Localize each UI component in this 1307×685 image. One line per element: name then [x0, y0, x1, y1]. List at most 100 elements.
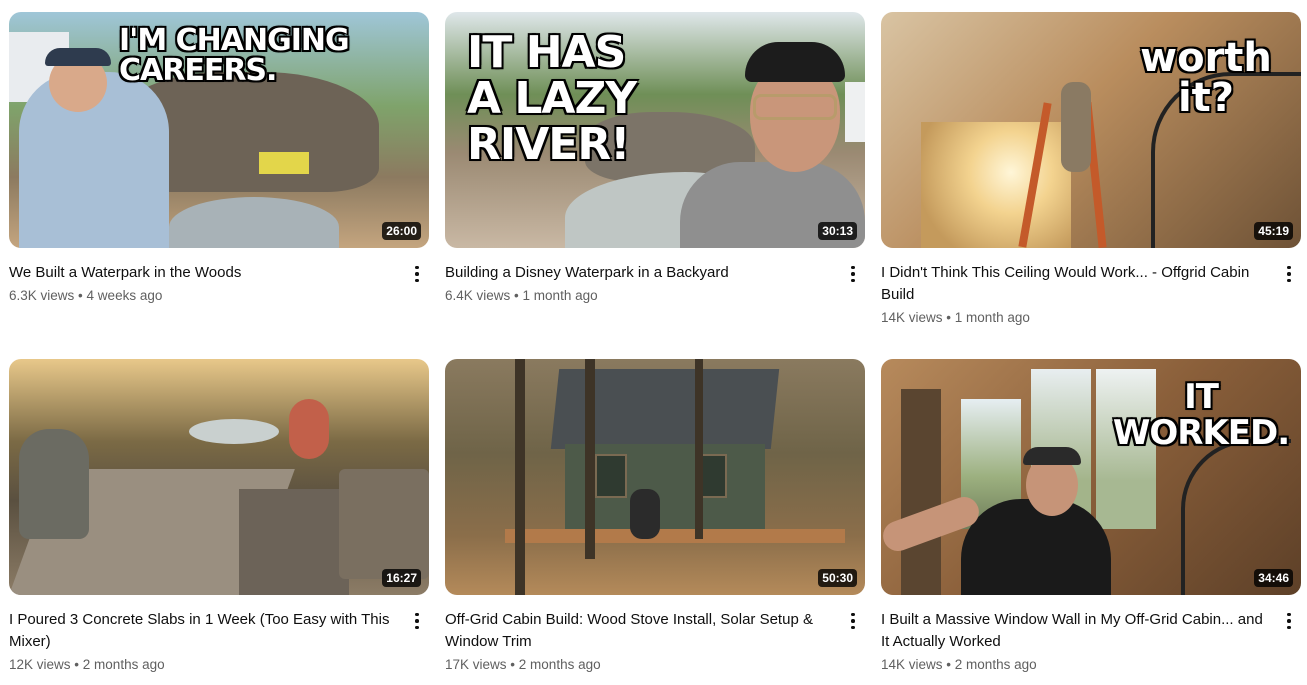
cap-shape: [45, 48, 111, 66]
thumbnail-overlay-text: IT HAS A LAZY RIVER!: [467, 27, 637, 170]
glasses-shape: [753, 94, 837, 120]
overlay-line: IT: [1184, 377, 1219, 417]
bag-shape: [259, 152, 309, 174]
separator-dot: •: [946, 657, 952, 672]
video-meta: I Poured 3 Concrete Slabs in 1 Week (Too…: [9, 609, 429, 675]
overlay-line: worth: [1140, 35, 1272, 81]
video-grid: I'M CHANGING CAREERS. 26:00 We Built a W…: [0, 0, 1307, 685]
more-options-button[interactable]: [405, 262, 429, 286]
duration-badge: 50:30: [818, 569, 857, 587]
video-thumbnail[interactable]: I'M CHANGING CAREERS. 26:00: [9, 12, 429, 248]
tree-trunk-shape: [515, 359, 525, 595]
view-count: 17K views: [445, 657, 507, 672]
video-card[interactable]: 50:30 Off-Grid Cabin Build: Wood Stove I…: [445, 359, 865, 675]
video-card[interactable]: IT HAS A LAZY RIVER! 30:13 Building a Di…: [445, 12, 865, 306]
separator-dot: •: [78, 288, 83, 303]
video-title[interactable]: I Poured 3 Concrete Slabs in 1 Week (Too…: [9, 609, 393, 653]
video-stats: 14K views • 2 months ago: [881, 655, 1265, 675]
more-vert-icon: [851, 612, 855, 630]
video-thumbnail[interactable]: worth it? 45:19: [881, 12, 1301, 248]
video-thumbnail[interactable]: 50:30: [445, 359, 865, 595]
video-thumbnail[interactable]: 16:27: [9, 359, 429, 595]
video-title[interactable]: We Built a Waterpark in the Woods: [9, 262, 393, 284]
more-options-button[interactable]: [405, 609, 429, 633]
video-card[interactable]: 16:27 I Poured 3 Concrete Slabs in 1 Wee…: [9, 359, 429, 675]
thumbnail-overlay-text: I'M CHANGING CAREERS.: [119, 23, 350, 88]
upload-age: 1 month ago: [522, 288, 598, 303]
duration-badge: 26:00: [382, 222, 421, 240]
cap-shape: [1023, 447, 1081, 465]
upload-age: 2 months ago: [518, 657, 601, 672]
video-card[interactable]: I'M CHANGING CAREERS. 26:00 We Built a W…: [9, 12, 429, 306]
upload-age: 4 weeks ago: [86, 288, 163, 303]
upload-age: 2 months ago: [82, 657, 165, 672]
ladder-shape: [901, 389, 941, 595]
view-count: 12K views: [9, 657, 71, 672]
video-stats: 6.4K views • 1 month ago: [445, 286, 829, 306]
more-options-button[interactable]: [841, 609, 865, 633]
overlay-line: it?: [1177, 75, 1235, 121]
video-card[interactable]: worth it? 45:19 I Didn't Think This Ceil…: [881, 12, 1301, 328]
more-vert-icon: [1287, 265, 1291, 283]
gravel-shape: [239, 489, 349, 595]
deck-shape: [505, 529, 845, 543]
thumbnail-overlay-text: worth it?: [1131, 38, 1281, 118]
thumbnail-overlay-text: IT WORKED.: [1111, 379, 1291, 451]
more-vert-icon: [851, 265, 855, 283]
video-thumbnail[interactable]: IT HAS A LAZY RIVER! 30:13: [445, 12, 865, 248]
overlay-line: WORKED.: [1112, 413, 1290, 453]
more-options-button[interactable]: [1277, 262, 1301, 286]
more-options-button[interactable]: [841, 262, 865, 286]
lake-shape: [189, 419, 279, 444]
worker-shape: [630, 489, 660, 539]
video-stats: 17K views • 2 months ago: [445, 655, 829, 675]
video-meta: I Built a Massive Window Wall in My Off-…: [881, 609, 1301, 675]
worker-shape: [289, 399, 329, 459]
window-shape: [595, 454, 627, 498]
video-title[interactable]: I Didn't Think This Ceiling Would Work..…: [881, 262, 1265, 306]
cap-shape: [745, 42, 845, 82]
separator-dot: •: [514, 288, 519, 303]
overlay-line: IT HAS: [467, 27, 626, 78]
overlay-line: RIVER!: [467, 119, 630, 170]
overlay-line: A LAZY: [467, 73, 637, 124]
video-meta: Off-Grid Cabin Build: Wood Stove Install…: [445, 609, 865, 675]
upload-age: 2 months ago: [954, 657, 1037, 672]
more-vert-icon: [415, 265, 419, 283]
house-shape: [845, 82, 865, 142]
person-shirt-shape: [961, 499, 1111, 595]
more-options-button[interactable]: [1277, 609, 1301, 633]
tree-trunk-shape: [585, 359, 595, 559]
duration-badge: 34:46: [1254, 569, 1293, 587]
worker-shape: [19, 429, 89, 539]
video-thumbnail[interactable]: IT WORKED. 34:46: [881, 359, 1301, 595]
more-vert-icon: [415, 612, 419, 630]
sunlit-window-shape: [921, 122, 1071, 248]
boulder-shape: [169, 197, 339, 248]
view-count: 6.4K views: [445, 288, 511, 303]
upload-age: 1 month ago: [954, 310, 1030, 325]
view-count: 6.3K views: [9, 288, 75, 303]
duration-badge: 30:13: [818, 222, 857, 240]
separator-dot: •: [946, 310, 952, 325]
duration-badge: 45:19: [1254, 222, 1293, 240]
worker-shape: [1061, 82, 1091, 172]
video-title[interactable]: Building a Disney Waterpark in a Backyar…: [445, 262, 829, 284]
video-meta: I Didn't Think This Ceiling Would Work..…: [881, 262, 1301, 328]
more-vert-icon: [1287, 612, 1291, 630]
video-meta: Building a Disney Waterpark in a Backyar…: [445, 262, 865, 306]
video-stats: 12K views • 2 months ago: [9, 655, 393, 675]
tree-trunk-shape: [695, 359, 703, 539]
video-meta: We Built a Waterpark in the Woods 6.3K v…: [9, 262, 429, 306]
video-stats: 6.3K views • 4 weeks ago: [9, 286, 393, 306]
video-card[interactable]: IT WORKED. 34:46 I Built a Massive Windo…: [881, 359, 1301, 675]
separator-dot: •: [74, 657, 80, 672]
video-title[interactable]: Off-Grid Cabin Build: Wood Stove Install…: [445, 609, 829, 653]
video-title[interactable]: I Built a Massive Window Wall in My Off-…: [881, 609, 1265, 653]
view-count: 14K views: [881, 657, 943, 672]
duration-badge: 16:27: [382, 569, 421, 587]
video-stats: 14K views • 1 month ago: [881, 308, 1265, 328]
bags-shape: [339, 469, 429, 579]
view-count: 14K views: [881, 310, 943, 325]
separator-dot: •: [510, 657, 516, 672]
